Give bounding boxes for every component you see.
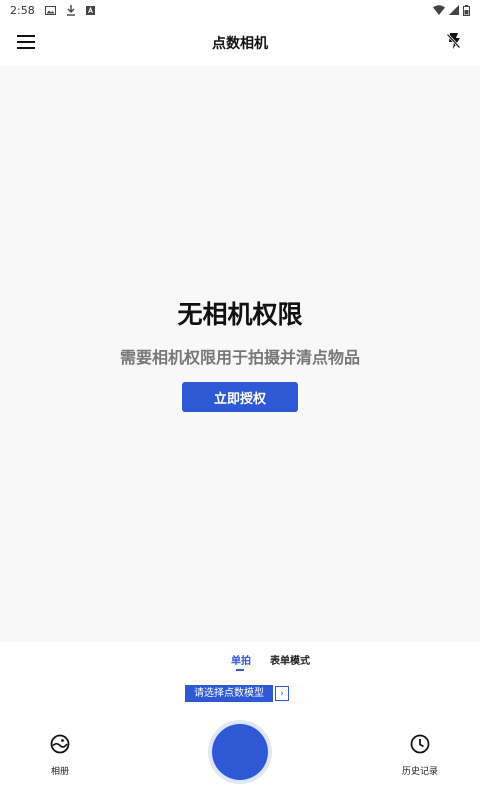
status-right [433,4,470,16]
flash-off-icon [446,33,461,53]
shutter-button[interactable] [208,720,272,784]
status-time: 2:58 [10,3,35,17]
album-button[interactable]: 相册 [30,734,90,777]
album-icon [50,734,70,758]
a-icon [85,5,95,15]
camera-preview: 无相机权限 需要相机权限用于拍摄并清点物品 立即授权 [0,66,480,642]
tab-form-mode[interactable]: 表单模式 [270,652,310,667]
model-selector-label: 请选择点数模型 [185,685,273,702]
model-selector[interactable]: 请选择点数模型 › [185,685,289,702]
album-label: 相册 [50,767,69,777]
flash-toggle-button[interactable] [442,31,466,55]
grant-permission-button[interactable]: 立即授权 [182,382,298,412]
clock-icon [410,734,430,758]
history-label: 历史记录 [401,767,438,777]
chevron-right-icon: › [275,686,289,701]
image-icon [44,5,56,15]
menu-button[interactable] [14,31,38,55]
tab-single-shot[interactable]: 单拍 [231,652,251,667]
download-icon [66,4,76,16]
history-button[interactable]: 历史记录 [390,734,450,777]
page-title: 点数相机 [212,36,268,52]
status-left: 2:58 [10,4,95,17]
bottom-panel: 单拍 表单模式 请选择点数模型 › 相册 历史记录 [0,642,480,800]
menu-icon [17,34,35,53]
permission-title: 无相机权限 [177,300,303,329]
shutter-core [212,724,268,780]
status-bar: 2:58 [0,0,480,20]
wifi-icon [433,5,445,15]
active-tab-indicator [236,669,244,671]
app-bar: 点数相机 [0,20,480,66]
permission-description: 需要相机权限用于拍摄并清点物品 [119,348,360,367]
battery-icon [463,4,470,16]
signal-icon [449,5,459,15]
